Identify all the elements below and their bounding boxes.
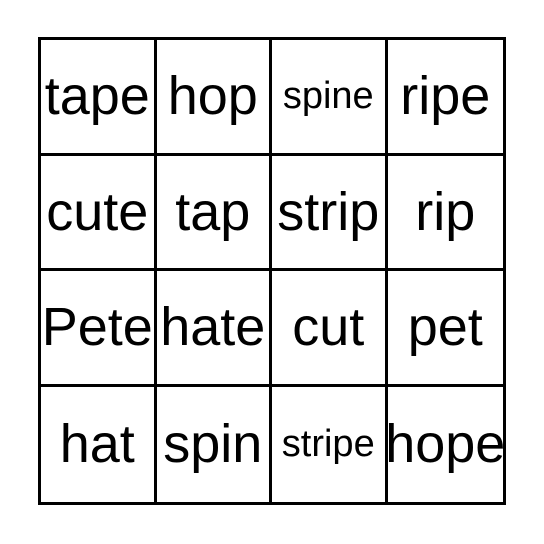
bingo-cell[interactable]: hate (156, 271, 272, 387)
bingo-cell[interactable]: hat (41, 386, 157, 502)
bingo-cell-word: hat (59, 414, 135, 475)
bingo-cell[interactable]: ripe (387, 40, 503, 156)
bingo-cell-word: ripe (400, 66, 491, 127)
bingo-cell-word: strip (277, 181, 380, 242)
bingo-cell[interactable]: cute (41, 155, 157, 271)
bingo-cell-word: tap (175, 181, 251, 242)
bingo-card: tape hop spine ripe cute tap strip rip Pete hate c… (38, 37, 506, 505)
bingo-cell-word: tape (44, 66, 150, 127)
bingo-cell[interactable]: tap (156, 155, 272, 271)
bingo-cell[interactable]: cut (272, 271, 388, 387)
bingo-cell-word: hate (160, 297, 266, 358)
bingo-cell-word: spin (163, 414, 263, 475)
bingo-cell-word: spine (282, 75, 374, 118)
bingo-cell-word: hop (167, 66, 258, 127)
bingo-cell[interactable]: spin (156, 386, 272, 502)
bingo-cell-word: rip (415, 181, 476, 242)
bingo-cell[interactable]: strip (272, 155, 388, 271)
bingo-cell-word: cute (46, 181, 149, 242)
bingo-cell-word: Pete (41, 297, 153, 358)
bingo-cell[interactable]: hop (156, 40, 272, 156)
bingo-cell[interactable]: stripe (272, 386, 388, 502)
bingo-cell-word: cut (292, 297, 365, 358)
bingo-cell[interactable]: Pete (41, 271, 157, 387)
bingo-cell[interactable]: spine (272, 40, 388, 156)
bingo-cell-word: hope (387, 414, 504, 475)
bingo-cell[interactable]: tape (41, 40, 157, 156)
bingo-cell-word: pet (407, 297, 483, 358)
bingo-cell[interactable]: hope (387, 386, 504, 502)
bingo-cell-word: stripe (281, 423, 375, 466)
bingo-cell[interactable]: rip (387, 155, 503, 271)
bingo-cell[interactable]: pet (387, 271, 503, 387)
